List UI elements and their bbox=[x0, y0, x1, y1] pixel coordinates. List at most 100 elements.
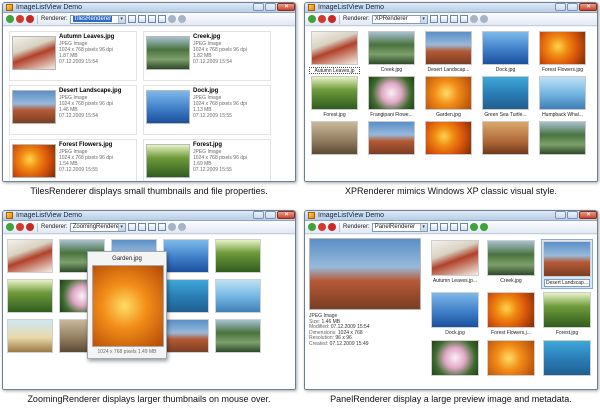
thumbnail[interactable] bbox=[215, 319, 261, 353]
image-list-view[interactable]: Autumn Leaves.jpg JPEG Image 1024 x 768 pi… bbox=[3, 27, 295, 181]
clear-icon[interactable] bbox=[26, 223, 34, 231]
thumbnails-view-icon[interactable] bbox=[429, 223, 438, 231]
renderer-select[interactable]: ZoomingRenderer ▾ bbox=[69, 222, 126, 232]
rotate-right-icon[interactable] bbox=[479, 223, 488, 231]
close-button[interactable] bbox=[579, 211, 597, 219]
xp-item[interactable] bbox=[309, 121, 360, 164]
panel-item[interactable]: Desert Landscap... bbox=[541, 239, 593, 289]
remove-icon[interactable] bbox=[318, 15, 326, 23]
gallery-view-icon[interactable] bbox=[439, 15, 448, 23]
thumbnail[interactable] bbox=[163, 239, 209, 273]
minimize-button[interactable] bbox=[253, 211, 264, 219]
minimize-button[interactable] bbox=[555, 211, 566, 219]
image-list-view[interactable]: JPEG Image Size: 1.46 MB Modified: 07.12… bbox=[305, 235, 597, 389]
xp-item[interactable]: Humpback Whal... bbox=[537, 76, 588, 119]
xp-item[interactable]: Forest Flowers.jpg bbox=[537, 31, 588, 74]
thumbnails-view-icon[interactable] bbox=[127, 223, 136, 231]
thumbnail[interactable] bbox=[7, 279, 53, 313]
thumbnail[interactable] bbox=[215, 279, 261, 313]
rotate-right-icon[interactable] bbox=[479, 15, 488, 23]
details-view-icon[interactable] bbox=[459, 15, 468, 23]
add-icon[interactable] bbox=[308, 223, 316, 231]
xp-item[interactable]: Green Sea Turtle... bbox=[480, 76, 531, 119]
xp-item[interactable]: Creek.jpg bbox=[366, 31, 417, 74]
renderer-select[interactable]: PanelRenderer ▾ bbox=[371, 222, 428, 232]
renderer-select[interactable]: TilesRenderer ▾ bbox=[69, 14, 126, 24]
maximize-button[interactable] bbox=[567, 211, 578, 219]
thumbnail[interactable] bbox=[7, 319, 53, 353]
gallery-view-icon[interactable] bbox=[137, 15, 146, 23]
xp-item[interactable]: Desert Landscap... bbox=[423, 31, 474, 74]
thumbnail[interactable] bbox=[163, 279, 209, 313]
tile-item[interactable]: Desert Landscape.jpg JPEG Image 1024 x 768… bbox=[9, 85, 137, 135]
remove-icon[interactable] bbox=[16, 223, 24, 231]
rotate-left-icon[interactable] bbox=[469, 223, 478, 231]
preview-image bbox=[309, 238, 421, 310]
panel-item[interactable]: Dock.jpg bbox=[429, 291, 481, 337]
thumbnail[interactable] bbox=[7, 239, 53, 273]
close-button[interactable] bbox=[277, 211, 295, 219]
add-icon[interactable] bbox=[6, 15, 14, 23]
xp-item[interactable] bbox=[480, 121, 531, 164]
minimize-button[interactable] bbox=[555, 3, 566, 11]
details-view-icon[interactable] bbox=[157, 223, 166, 231]
image-list-view[interactable]: Autumn Leaves.jp Creek.jpg Desert Landscap… bbox=[305, 27, 597, 181]
remove-icon[interactable] bbox=[318, 223, 326, 231]
minimize-button[interactable] bbox=[253, 3, 264, 11]
details-view-icon[interactable] bbox=[157, 15, 166, 23]
panel-item[interactable]: Forest Flowers.j... bbox=[485, 291, 537, 337]
xp-item[interactable]: Autumn Leaves.jp bbox=[309, 31, 360, 74]
image-list-view[interactable]: Garden.jpg 1024 x 768 pixels 1.49 MB bbox=[3, 235, 295, 389]
xp-item[interactable]: Forest.jpg bbox=[309, 76, 360, 119]
rotate-right-icon[interactable] bbox=[177, 15, 186, 23]
panel-item[interactable]: Forest.jpg bbox=[541, 291, 593, 337]
xp-item[interactable] bbox=[537, 121, 588, 164]
add-icon[interactable] bbox=[6, 223, 14, 231]
thumbnail[interactable] bbox=[215, 239, 261, 273]
clear-icon[interactable] bbox=[328, 223, 336, 231]
add-icon[interactable] bbox=[308, 15, 316, 23]
thumbnails-view-icon[interactable] bbox=[127, 15, 136, 23]
xp-item[interactable]: Dock.jpg bbox=[480, 31, 531, 74]
rotate-right-icon[interactable] bbox=[177, 223, 186, 231]
panel-item[interactable] bbox=[485, 339, 537, 379]
pane-view-icon[interactable] bbox=[147, 223, 156, 231]
close-button[interactable] bbox=[579, 3, 597, 11]
rotate-left-icon[interactable] bbox=[167, 15, 176, 23]
tile-item[interactable]: Creek.jpg JPEG Image 1024 x 768 pixels 96 … bbox=[143, 31, 271, 81]
xp-item[interactable]: Garden.jpg bbox=[423, 76, 474, 119]
details-view-icon[interactable] bbox=[459, 223, 468, 231]
clear-icon[interactable] bbox=[26, 15, 34, 23]
remove-icon[interactable] bbox=[16, 15, 24, 23]
renderer-select[interactable]: XPRenderer ▾ bbox=[371, 14, 428, 24]
tile-item[interactable]: Forest Flowers.jpg JPEG Image 1024 x 768 p… bbox=[9, 139, 137, 181]
gallery-view-icon[interactable] bbox=[137, 223, 146, 231]
file-name bbox=[480, 157, 531, 164]
xp-item[interactable] bbox=[366, 121, 417, 164]
gallery-view-icon[interactable] bbox=[439, 223, 448, 231]
panel-item[interactable]: Autumn Leaves.jp... bbox=[429, 239, 481, 289]
pane-view-icon[interactable] bbox=[147, 15, 156, 23]
maximize-button[interactable] bbox=[567, 3, 578, 11]
clear-icon[interactable] bbox=[328, 15, 336, 23]
tile-item[interactable]: Autumn Leaves.jpg JPEG Image 1024 x 768 pi… bbox=[9, 31, 137, 81]
pane-view-icon[interactable] bbox=[449, 15, 458, 23]
close-button[interactable] bbox=[277, 3, 295, 11]
thumbnails-view-icon[interactable] bbox=[429, 15, 438, 23]
panel-item[interactable] bbox=[429, 339, 481, 379]
maximize-button[interactable] bbox=[265, 211, 276, 219]
rotate-left-icon[interactable] bbox=[167, 223, 176, 231]
xp-item[interactable]: Frangipani Flowe... bbox=[366, 76, 417, 119]
rotate-left-icon[interactable] bbox=[469, 15, 478, 23]
title-bar: ImageListView Demo bbox=[305, 3, 597, 13]
file-name: Forest.jpg bbox=[323, 112, 346, 118]
tile-item[interactable]: Dock.jpg JPEG Image 1024 x 768 pixels 96 d… bbox=[143, 85, 271, 135]
pane-view-icon[interactable] bbox=[449, 223, 458, 231]
thumbnail[interactable] bbox=[163, 319, 209, 353]
panel-item[interactable] bbox=[541, 339, 593, 379]
maximize-button[interactable] bbox=[265, 3, 276, 11]
panel-item[interactable]: Creek.jpg bbox=[485, 239, 537, 289]
xp-item[interactable] bbox=[423, 121, 474, 164]
tile-meta: Forest Flowers.jpg JPEG Image 1024 x 768 p… bbox=[59, 142, 113, 181]
tile-item[interactable]: Forest.jpg JPEG Image 1024 x 768 pixels 96… bbox=[143, 139, 271, 181]
